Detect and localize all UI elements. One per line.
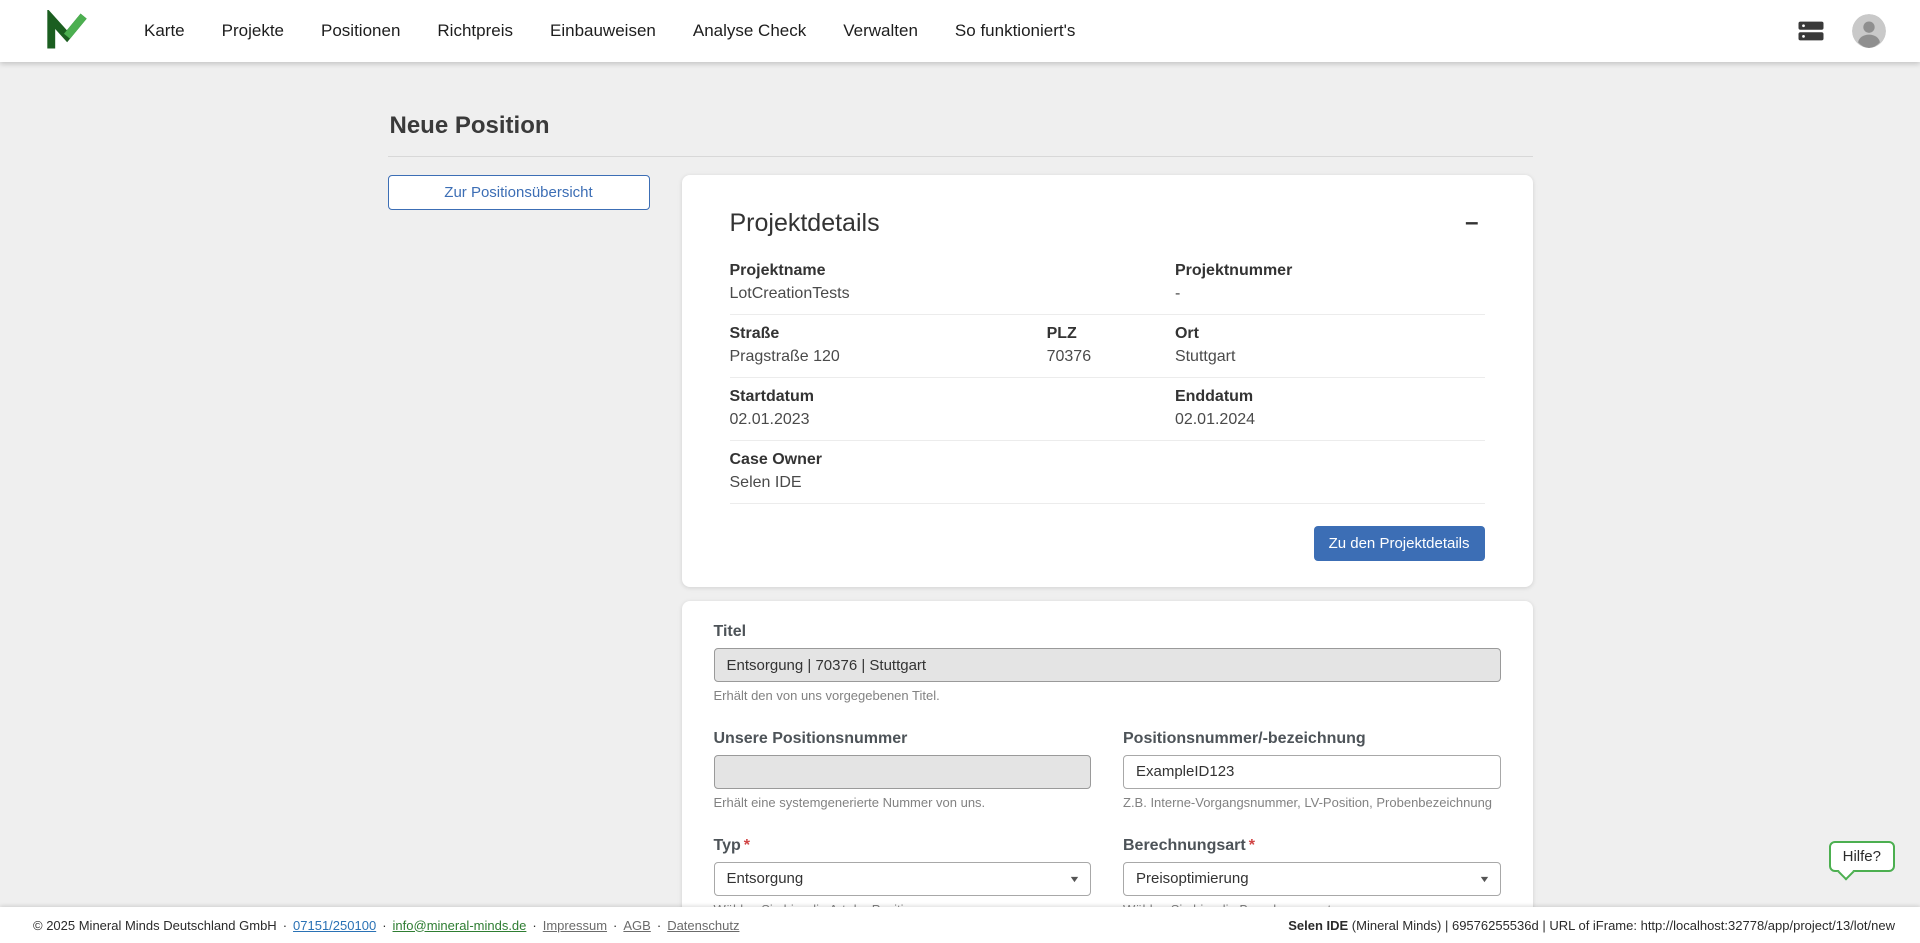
footer-info: © 2025 Mineral Minds Deutschland GmbH · …	[33, 918, 739, 933]
bezeichnung-help-text: Z.B. Interne-Vorgangsnummer, LV-Position…	[1123, 795, 1501, 812]
bezeichnung-input[interactable]	[1123, 755, 1501, 789]
typ-label: Typ*	[714, 837, 1092, 855]
berechnungsart-select[interactable]: Preisoptimierung ▼	[1123, 862, 1501, 896]
strasse-value: Pragstraße 120	[730, 347, 1047, 367]
nav-item-richtpreis[interactable]: Richtpreis	[437, 21, 513, 41]
page-title: Neue Position	[390, 112, 1533, 140]
session-info: Selen IDE (Mineral Minds) | 69576255536d…	[1288, 918, 1895, 933]
typ-selected-value: Entsorgung	[727, 870, 804, 887]
case-owner-label: Case Owner	[730, 450, 1485, 470]
navbar-right	[1796, 14, 1886, 48]
bezeichnung-field-group: Positionsnummer/-bezeichnung Z.B. Intern…	[1123, 730, 1501, 812]
title-divider	[388, 156, 1533, 157]
ort-value: Stuttgart	[1175, 347, 1485, 367]
typ-select[interactable]: Entsorgung ▼	[714, 862, 1092, 896]
positionsnummer-field-group: Unsere Positionsnummer Erhält eine syste…	[714, 730, 1092, 812]
session-details: (Mineral Minds) | 69576255536d | URL of …	[1348, 918, 1895, 933]
projektname-label: Projektname	[730, 261, 1175, 281]
chevron-down-icon: ▼	[1068, 874, 1080, 884]
projektnummer-label: Projektnummer	[1175, 261, 1485, 281]
collapse-icon[interactable]: –	[1459, 209, 1484, 237]
plz-label: PLZ	[1047, 324, 1175, 344]
server-icon[interactable]	[1796, 16, 1826, 46]
positionsnummer-help-text: Erhält eine systemgenerierte Nummer von …	[714, 795, 1092, 812]
go-to-project-details-button[interactable]: Zu den Projektdetails	[1314, 526, 1485, 561]
plz-value: 70376	[1047, 347, 1175, 367]
nav-item-so-funktionierts[interactable]: So funktioniert's	[955, 21, 1075, 41]
berechnungsart-selected-value: Preisoptimierung	[1136, 870, 1249, 887]
nav-item-verwalten[interactable]: Verwalten	[843, 21, 918, 41]
copyright-text: © 2025 Mineral Minds Deutschland GmbH	[33, 918, 277, 933]
separator: ·	[382, 918, 386, 933]
separator: ·	[532, 918, 536, 933]
datenschutz-link[interactable]: Datenschutz	[667, 918, 739, 933]
projektname-value: LotCreationTests	[730, 284, 1175, 304]
nav-item-karte[interactable]: Karte	[144, 21, 185, 41]
project-details-row: Startdatum 02.01.2023 Enddatum 02.01.202…	[730, 378, 1485, 441]
titel-help-text: Erhält den von uns vorgegebenen Titel.	[714, 688, 1501, 705]
startdatum-value: 02.01.2023	[730, 410, 1175, 430]
main-content: Neue Position Zur Positionsübersicht Pro…	[0, 62, 1920, 943]
project-details-title: Projektdetails	[730, 209, 880, 238]
strasse-label: Straße	[730, 324, 1047, 344]
titel-label: Titel	[714, 623, 1501, 641]
ort-label: Ort	[1175, 324, 1485, 344]
berechnungsart-label: Berechnungsart*	[1123, 837, 1501, 855]
separator: ·	[283, 918, 287, 933]
main-nav: Karte Projekte Positionen Richtpreis Ein…	[144, 21, 1075, 41]
required-marker: *	[744, 837, 750, 854]
nav-item-analyse-check[interactable]: Analyse Check	[693, 21, 806, 41]
email-link[interactable]: info@mineral-minds.de	[393, 918, 527, 933]
project-details-row: Projektname LotCreationTests Projektnumm…	[730, 252, 1485, 315]
session-user: Selen IDE	[1288, 918, 1348, 933]
positionsnummer-label: Unsere Positionsnummer	[714, 730, 1092, 748]
back-to-positions-button[interactable]: Zur Positionsübersicht	[388, 175, 650, 210]
agb-link[interactable]: AGB	[623, 918, 650, 933]
impressum-link[interactable]: Impressum	[543, 918, 607, 933]
phone-link[interactable]: 07151/250100	[293, 918, 376, 933]
project-details-row: Straße Pragstraße 120 PLZ 70376 Ort Stut…	[730, 315, 1485, 378]
left-column: Zur Positionsübersicht	[388, 175, 650, 210]
nav-item-projekte[interactable]: Projekte	[222, 21, 284, 41]
help-widget-button[interactable]: Hilfe?	[1829, 841, 1895, 872]
required-marker: *	[1249, 837, 1255, 854]
projektnummer-value: -	[1175, 284, 1485, 304]
mineral-minds-logo[interactable]	[46, 10, 88, 52]
help-widget-label: Hilfe?	[1843, 848, 1881, 865]
separator: ·	[613, 918, 617, 933]
separator: ·	[657, 918, 661, 933]
right-column: Projektdetails – Projektname LotCreation…	[682, 175, 1533, 943]
new-position-form-card: Titel Erhält den von uns vorgegebenen Ti…	[682, 601, 1533, 943]
titel-input	[714, 648, 1501, 682]
case-owner-value: Selen IDE	[730, 473, 1485, 493]
chevron-down-icon: ▼	[1478, 874, 1490, 884]
enddatum-value: 02.01.2024	[1175, 410, 1485, 430]
enddatum-label: Enddatum	[1175, 387, 1485, 407]
positionsnummer-input	[714, 755, 1092, 789]
startdatum-label: Startdatum	[730, 387, 1175, 407]
top-navbar: Karte Projekte Positionen Richtpreis Ein…	[0, 0, 1920, 62]
user-avatar-icon[interactable]	[1852, 14, 1886, 48]
project-details-card: Projektdetails – Projektname LotCreation…	[682, 175, 1533, 587]
nav-item-einbauweisen[interactable]: Einbauweisen	[550, 21, 656, 41]
bezeichnung-label: Positionsnummer/-bezeichnung	[1123, 730, 1501, 748]
nav-item-positionen[interactable]: Positionen	[321, 21, 400, 41]
footer: © 2025 Mineral Minds Deutschland GmbH · …	[0, 907, 1920, 943]
project-details-row: Case Owner Selen IDE	[730, 441, 1485, 504]
